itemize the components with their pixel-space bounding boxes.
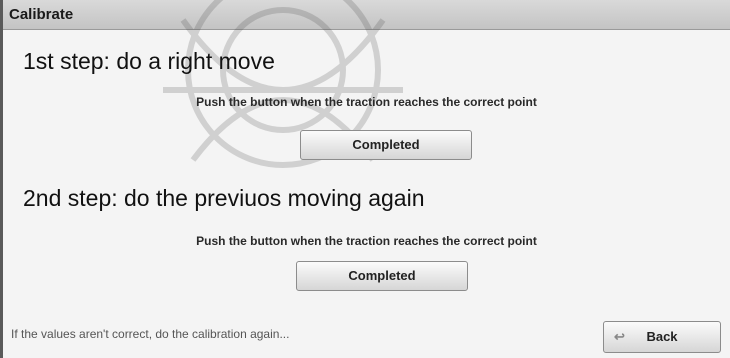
calibrate-window: Calibrate 1st step: do a right move Push…	[0, 0, 730, 358]
back-button[interactable]: ↩ Back	[603, 321, 721, 353]
title-bar: Calibrate	[3, 0, 730, 30]
step-1-completed-button[interactable]: Completed	[300, 130, 472, 160]
step-2-completed-button[interactable]: Completed	[296, 261, 468, 291]
step-2-heading: 2nd step: do the previuos moving again	[23, 185, 425, 211]
back-button-label: Back	[646, 329, 678, 344]
arrow-back-icon: ↩	[614, 329, 625, 344]
step-1-instruction: Push the button when the traction reache…	[196, 95, 537, 109]
step-2-instruction: Push the button when the traction reache…	[196, 234, 537, 248]
recalibrate-note: If the values aren't correct, do the cal…	[11, 327, 290, 341]
step-1-heading: 1st step: do a right move	[23, 48, 275, 74]
window-title: Calibrate	[9, 6, 74, 23]
